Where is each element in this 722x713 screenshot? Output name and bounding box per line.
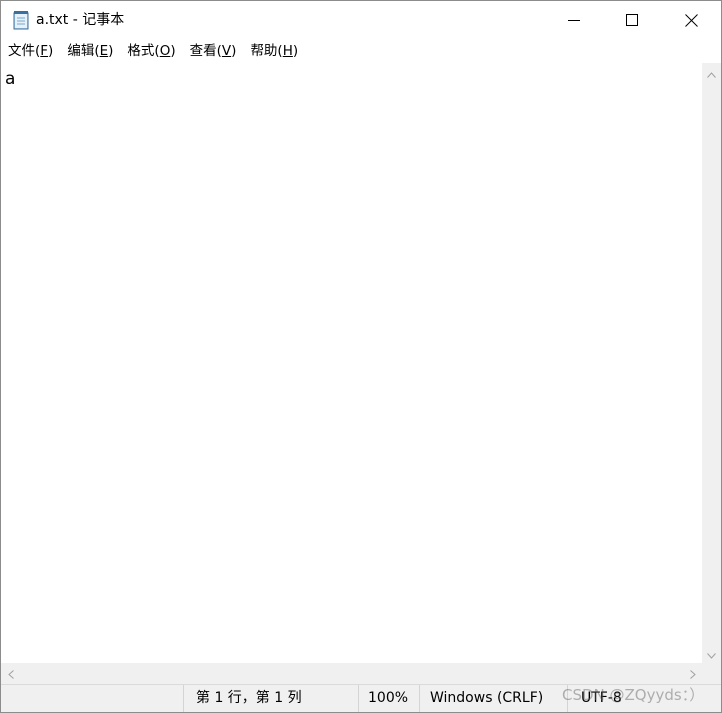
status-cursor-position: 第 1 行，第 1 列: [183, 685, 358, 712]
minimize-button[interactable]: [545, 1, 603, 39]
menu-bar: 文件(F) 编辑(E) 格式(O) 查看(V) 帮助(H): [1, 39, 721, 63]
status-line-ending: Windows (CRLF): [419, 685, 567, 712]
editor-content[interactable]: a: [5, 68, 15, 90]
scroll-up-button[interactable]: [702, 63, 721, 82]
chevron-right-icon: [689, 664, 696, 683]
horizontal-scrollbar[interactable]: [1, 663, 702, 684]
text-editor-area[interactable]: a: [1, 63, 702, 663]
vertical-scrollbar[interactable]: [702, 63, 721, 663]
title-bar[interactable]: a.txt - 记事本: [1, 1, 721, 39]
menu-view[interactable]: 查看(V): [183, 39, 244, 63]
maximize-icon: [626, 14, 638, 26]
chevron-up-icon: [707, 63, 716, 82]
watermark: CSDN @ZQyyds：）: [562, 686, 705, 704]
chevron-left-icon: [7, 664, 14, 683]
chevron-down-icon: [707, 644, 716, 663]
scrollbar-corner: [702, 663, 721, 684]
minimize-icon: [568, 14, 580, 26]
notepad-window: a.txt - 记事本 文件(F) 编辑(E) 格式(O) 查看(V) 帮助(H…: [0, 0, 722, 713]
notepad-icon[interactable]: [12, 10, 30, 30]
scroll-right-button[interactable]: [683, 663, 702, 684]
menu-file[interactable]: 文件(F): [1, 39, 60, 63]
maximize-button[interactable]: [603, 1, 661, 39]
close-button[interactable]: [662, 1, 720, 39]
scroll-left-button[interactable]: [1, 663, 20, 684]
window-title: a.txt - 记事本: [36, 12, 125, 28]
close-icon: [684, 13, 698, 27]
menu-help[interactable]: 帮助(H): [243, 39, 305, 63]
menu-format[interactable]: 格式(O): [120, 39, 182, 63]
menu-edit[interactable]: 编辑(E): [60, 39, 120, 63]
scroll-down-button[interactable]: [702, 644, 721, 663]
status-zoom: 100%: [358, 685, 419, 712]
